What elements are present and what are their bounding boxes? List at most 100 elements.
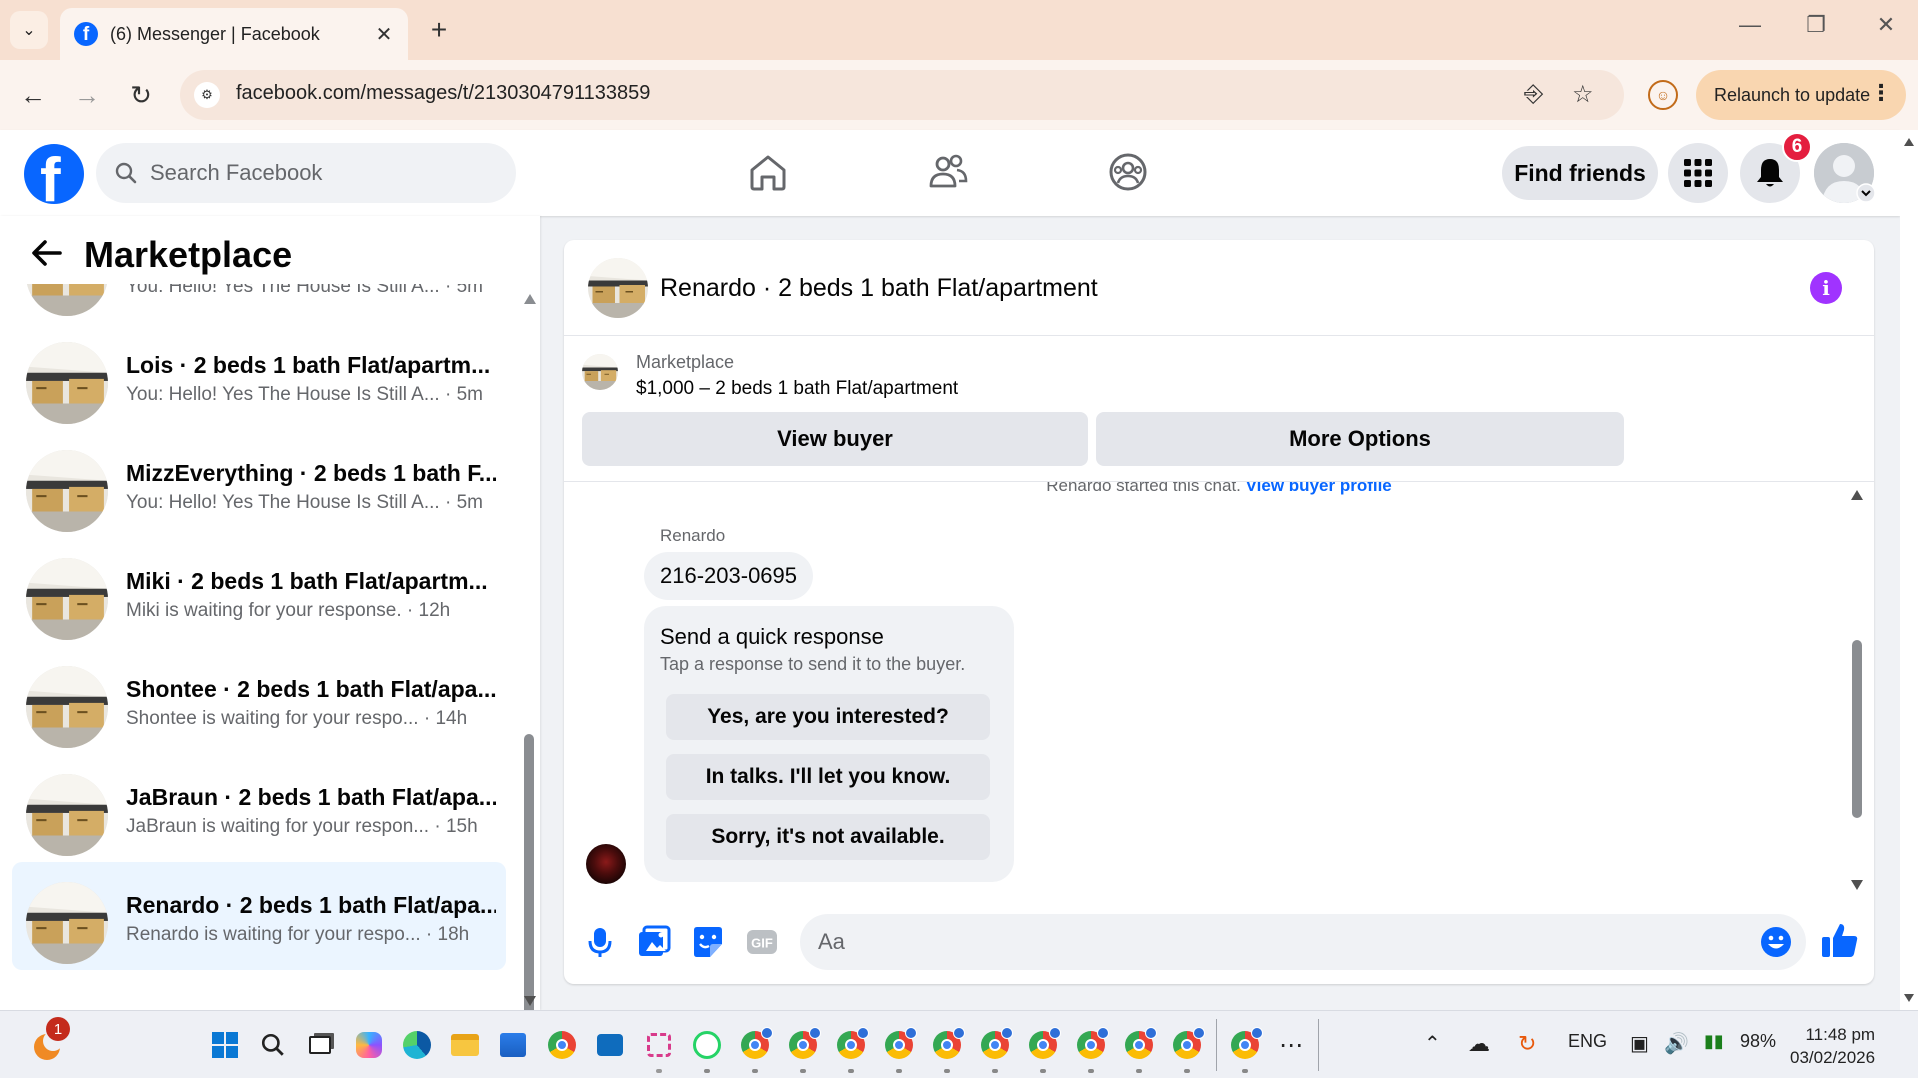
address-url[interactable]: facebook.com/messages/t/2130304791133859: [236, 82, 650, 105]
chrome-profile-icon[interactable]: [882, 1027, 917, 1062]
account-chevron-down-icon[interactable]: [1856, 183, 1876, 203]
back-arrow-icon[interactable]: [30, 238, 64, 268]
page-scrollbar[interactable]: [1900, 130, 1918, 1010]
scroll-down-arrow-icon[interactable]: [1904, 994, 1914, 1002]
outlook-icon[interactable]: [593, 1028, 627, 1062]
onedrive-cloud-icon[interactable]: ☁: [1468, 1031, 1490, 1057]
sidebar-scroll-thumb[interactable]: [524, 734, 534, 1010]
chrome-profile-icon[interactable]: [930, 1027, 965, 1062]
whatsapp-icon[interactable]: [690, 1028, 724, 1062]
tab-search-chevron-icon[interactable]: ⌄: [10, 11, 48, 49]
facebook-search[interactable]: [96, 143, 516, 203]
battery-icon[interactable]: ▮▮: [1704, 1031, 1724, 1052]
copilot-icon[interactable]: [352, 1028, 386, 1062]
friends-icon[interactable]: [926, 150, 970, 194]
quick-response-button[interactable]: In talks. I'll let you know.: [666, 754, 990, 800]
install-app-icon[interactable]: ⎆: [1524, 80, 1543, 108]
listing-price-title[interactable]: $1,000 – 2 beds 1 bath Flat/apartment: [636, 378, 958, 400]
conversation-item[interactable]: Lois · 2 beds 1 bath Flat/apartm... You: …: [12, 322, 506, 430]
chrome-profile-icon[interactable]: [1170, 1027, 1205, 1062]
listing-card: Marketplace $1,000 – 2 beds 1 bath Flat/…: [564, 336, 1874, 482]
forward-arrow-icon[interactable]: →: [70, 78, 104, 112]
site-settings-icon[interactable]: ⚙: [194, 82, 220, 108]
conversation-item[interactable]: JaBraun · 2 beds 1 bath Flat/apa... JaBra…: [12, 754, 506, 862]
search-input[interactable]: [150, 160, 450, 186]
relaunch-to-update-button[interactable]: Relaunch to update ⋮: [1696, 70, 1906, 120]
close-window-icon[interactable]: ✕: [1866, 12, 1906, 38]
taskbar-clock[interactable]: 11:48 pm 03/02/2026: [1790, 1023, 1875, 1069]
address-bar[interactable]: ⚙ facebook.com/messages/t/21303047911338…: [180, 70, 1624, 120]
scroll-down-arrow-icon[interactable]: [1851, 880, 1863, 890]
more-apps-ellipsis-icon[interactable]: ⋯: [1274, 1028, 1308, 1062]
scroll-down-arrow-icon[interactable]: [524, 996, 536, 1006]
message-sender-name: Renardo: [660, 526, 726, 545]
scroll-up-arrow-icon[interactable]: [524, 294, 536, 304]
tray-overflow-chevron-icon[interactable]: ⌃: [1424, 1031, 1441, 1056]
more-options-button[interactable]: More Options: [1096, 412, 1624, 466]
conversation-item[interactable]: Shontee · 2 beds 1 bath Flat/apa... Shont…: [12, 646, 506, 754]
chrome-profile-icon[interactable]: [1074, 1027, 1109, 1062]
conversation-item[interactable]: Renardo · 2 beds 1 bath Flat/apa... Renar…: [12, 862, 506, 970]
browser-menu-icon[interactable]: ⋮: [1870, 80, 1892, 106]
chrome-profile-icon[interactable]: [1228, 1027, 1263, 1062]
task-view-icon[interactable]: [303, 1028, 337, 1062]
taskbar-search-icon[interactable]: [256, 1028, 290, 1062]
volume-icon[interactable]: 🔊: [1664, 1031, 1689, 1056]
menu-button[interactable]: [1668, 143, 1728, 203]
conversation-item[interactable]: Miki · 2 beds 1 bath Flat/apartm... Miki …: [12, 538, 506, 646]
chrome-profile-icon[interactable]: [738, 1027, 773, 1062]
groups-icon[interactable]: [1106, 150, 1150, 194]
buyer-avatar[interactable]: [586, 844, 626, 884]
chrome-profile-icon[interactable]: [1122, 1027, 1157, 1062]
microsoft-store-icon[interactable]: [496, 1028, 530, 1062]
windows-start-icon[interactable]: [208, 1028, 242, 1062]
view-buyer-button[interactable]: View buyer: [582, 412, 1088, 466]
quick-response-button[interactable]: Sorry, it's not available.: [666, 814, 990, 860]
file-explorer-icon[interactable]: [448, 1028, 482, 1062]
chat-header-title[interactable]: Renardo · 2 beds 1 bath Flat/apartment: [660, 274, 1098, 303]
language-indicator[interactable]: ENG: [1568, 1031, 1607, 1052]
edge-browser-icon[interactable]: [400, 1028, 434, 1062]
sync-icon[interactable]: ↻: [1518, 1031, 1536, 1057]
message-scrollbar[interactable]: [1846, 482, 1868, 902]
minimize-window-icon[interactable]: —: [1730, 12, 1770, 38]
back-arrow-icon[interactable]: ←: [16, 78, 50, 112]
new-tab-plus-icon[interactable]: +: [424, 14, 454, 46]
bookmark-star-icon[interactable]: ☆: [1572, 80, 1594, 109]
tab-close-icon[interactable]: ✕: [372, 22, 396, 47]
message-input[interactable]: [818, 929, 1718, 955]
view-buyer-profile-link[interactable]: View buyer profile: [1246, 482, 1392, 495]
home-icon[interactable]: [746, 150, 790, 194]
message-input-wrapper[interactable]: [800, 914, 1806, 970]
reload-icon[interactable]: ↻: [124, 78, 158, 112]
listing-avatar[interactable]: [588, 258, 648, 318]
network-icon[interactable]: ▣: [1630, 1031, 1649, 1056]
message-scroll-thumb[interactable]: [1852, 640, 1862, 818]
gif-icon[interactable]: GIF: [744, 924, 780, 960]
microphone-icon[interactable]: [582, 924, 618, 960]
conversation-info-icon[interactable]: i: [1810, 272, 1842, 304]
sidebar-scrollbar[interactable]: [520, 286, 538, 1010]
facebook-logo-icon[interactable]: f: [24, 144, 84, 204]
thumbs-up-like-icon[interactable]: [1820, 920, 1860, 960]
browser-profile-icon[interactable]: ☺: [1648, 80, 1678, 110]
sticker-icon[interactable]: [690, 924, 726, 960]
chrome-profile-icon[interactable]: [978, 1027, 1013, 1062]
battery-percent: 98%: [1740, 1031, 1777, 1051]
restore-window-icon[interactable]: ❐: [1796, 12, 1836, 38]
snipping-tool-icon[interactable]: [642, 1028, 676, 1062]
photo-gallery-icon[interactable]: [636, 924, 672, 960]
emoji-smiley-icon[interactable]: [1760, 926, 1792, 958]
scroll-up-arrow-icon[interactable]: [1851, 490, 1863, 500]
scroll-up-arrow-icon[interactable]: [1904, 138, 1914, 146]
message-bubble[interactable]: 216-203-0695: [644, 552, 814, 600]
chrome-icon[interactable]: [545, 1028, 579, 1062]
browser-tab-active[interactable]: f (6) Messenger | Facebook ✕: [60, 8, 408, 60]
chrome-profile-icon[interactable]: [786, 1027, 821, 1062]
find-friends-button[interactable]: Find friends: [1502, 146, 1658, 200]
conversation-item[interactable]: MizzEverything · 2 beds 1 bath F... You: …: [12, 430, 506, 538]
chrome-profile-icon[interactable]: [834, 1027, 869, 1062]
conversation-thumbnail: [26, 450, 108, 532]
chrome-profile-icon[interactable]: [1026, 1027, 1061, 1062]
quick-response-button[interactable]: Yes, are you interested?: [666, 694, 990, 740]
